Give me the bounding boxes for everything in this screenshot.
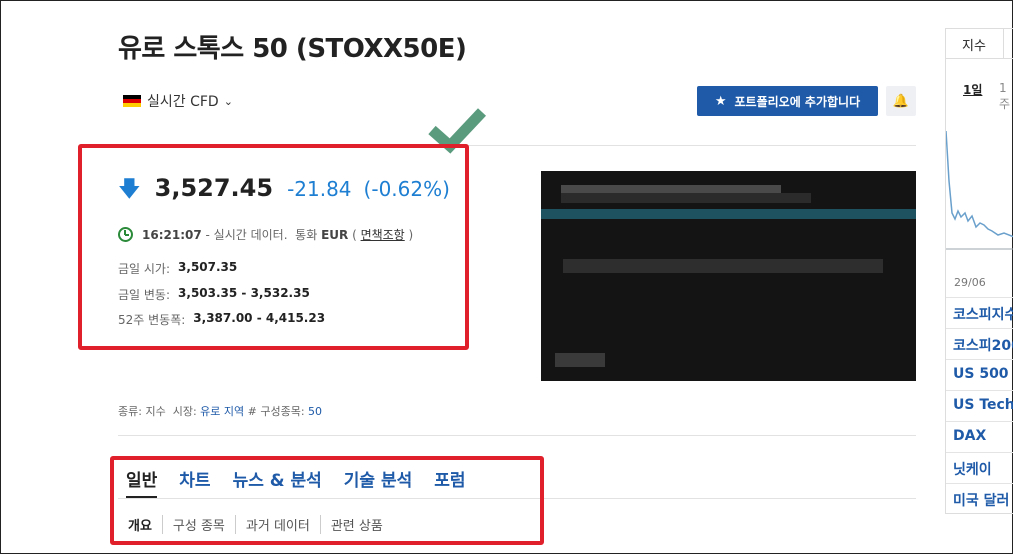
period-1d[interactable]: 1일 (963, 81, 982, 98)
mini-chart (946, 130, 1013, 250)
market-sidebar: 지수 1일 1주 29/06 코스피지수 코스피200 US 500 US Te… (945, 28, 1013, 514)
index-item-kospi[interactable]: 코스피지수 (946, 297, 1013, 328)
chevron-down-icon: ⌄ (223, 94, 233, 108)
video-ad-player[interactable] (541, 171, 916, 381)
index-item-ustech100[interactable]: US Tech 100 (946, 390, 1013, 421)
add-to-portfolio-label: 포트폴리오에 추가합니다 (734, 94, 861, 109)
realtime-label: 실시간 CFD (147, 94, 219, 110)
blurred-bar (541, 209, 916, 219)
blurred-text (563, 259, 883, 273)
components-link[interactable]: 50 (308, 405, 322, 418)
page-title: 유로 스톡스 50 (STOXX50E) (118, 34, 467, 64)
index-meta: 종류: 지수 시장: 유로 지역 # 구성종목: 50 (118, 403, 322, 419)
alert-button[interactable]: 🔔 (886, 86, 916, 116)
germany-flag-icon (123, 95, 141, 107)
type-value: 지수 (145, 405, 166, 418)
sidebar-tab-index[interactable]: 지수 (946, 29, 1004, 59)
type-label: 종류: (118, 405, 142, 418)
period-1w[interactable]: 1주 (999, 81, 1013, 112)
index-item-dax[interactable]: DAX (946, 421, 1013, 452)
blurred-text (561, 193, 811, 203)
tabs-highlight-box (110, 456, 544, 545)
index-item-kospi200[interactable]: 코스피200 (946, 328, 1013, 359)
index-list: 코스피지수 코스피200 US 500 US Tech 100 DAX 닛케이 … (946, 297, 1013, 513)
market-label: 시장: (172, 405, 197, 418)
market-link[interactable]: 유로 지역 (200, 405, 244, 418)
index-item-us500[interactable]: US 500 (946, 359, 1013, 390)
price-highlight-box (78, 144, 469, 350)
add-to-portfolio-button[interactable]: ★ 포트폴리오에 추가합니다 (697, 86, 878, 116)
blurred-text (555, 353, 605, 367)
components-label: # 구성종목: (247, 405, 305, 418)
bell-icon: 🔔 (892, 93, 910, 109)
index-item-us-dollar[interactable]: 미국 달러 (946, 483, 1013, 513)
chart-date: 29/06 (954, 276, 986, 289)
sidebar-tab-placeholder (1004, 29, 1013, 59)
index-item-nikkei[interactable]: 닛케이 (946, 452, 1013, 483)
divider (118, 435, 916, 436)
star-icon: ★ (714, 93, 727, 109)
realtime-selector[interactable]: 실시간 CFD ⌄ (123, 91, 233, 111)
